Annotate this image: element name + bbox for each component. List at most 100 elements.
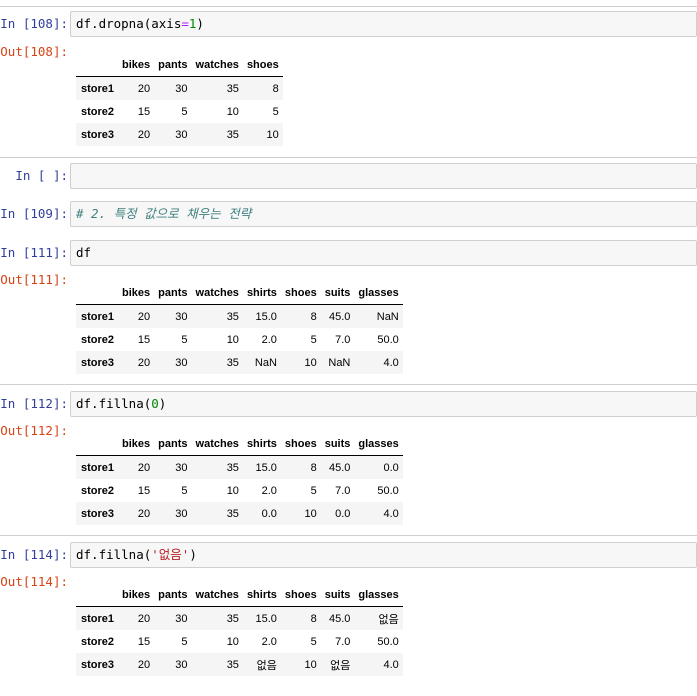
table-row: store1 20 30 35 8 <box>76 76 283 100</box>
code-token: # 2. 특정 값으로 채우는 전략 <box>76 206 252 221</box>
column-header: pants <box>150 54 188 77</box>
table-row: store1 20 30 35 15.0 8 45.0 없음 <box>76 606 403 630</box>
table-cell: 20 <box>137 658 151 671</box>
table-cell: 35 <box>226 82 239 95</box>
table-cell: 없음 <box>378 613 399 626</box>
table-cell: NaN <box>328 356 351 369</box>
code-token: ) <box>189 547 197 562</box>
column-header: watches <box>187 54 239 77</box>
column-header: shoes <box>238 54 283 77</box>
row-index-label: store3 <box>81 128 115 141</box>
table-header-row: bikes pants watches shirts shoes suits glasses <box>76 433 403 456</box>
table-cell: 15 <box>137 333 151 346</box>
table-cell: 8 <box>310 612 317 625</box>
code-input[interactable] <box>70 163 697 189</box>
table-cell: 30 <box>175 128 188 141</box>
code-input[interactable]: df <box>70 240 697 266</box>
table-cell: 15 <box>137 484 151 497</box>
table-cell: 30 <box>175 82 188 95</box>
row-index-label: store1 <box>81 461 115 474</box>
table-cell: 5 <box>181 635 188 648</box>
input-prompt: In [109]: <box>0 206 68 221</box>
table-cell: 4.0 <box>383 658 399 671</box>
table-row: store3 20 30 35 NaN 10 NaN 4.0 <box>76 351 403 374</box>
table-cell: 8 <box>310 461 317 474</box>
column-header: glasses <box>350 584 403 607</box>
table-cell: 10 <box>226 105 239 118</box>
table-cell: 5 <box>181 333 188 346</box>
table-cell: 2.0 <box>261 333 277 346</box>
dataframe-table: bikes pants watches shoes store1 20 30 35 8 store… <box>76 54 283 146</box>
table-cell: 45.0 <box>328 461 351 474</box>
row-index-label: store3 <box>81 658 115 671</box>
table-cell: 35 <box>226 356 239 369</box>
input-prompt: In [108]: <box>0 16 68 31</box>
cell-divider <box>0 157 697 158</box>
code-input[interactable]: df.dropna(axis=1) <box>70 11 697 37</box>
table-cell: 4.0 <box>383 507 399 520</box>
table-row: store2 15 5 10 2.0 5 7.0 50.0 <box>76 328 403 351</box>
table-cell: 20 <box>137 612 151 625</box>
cell-divider <box>0 535 697 536</box>
column-header: bikes <box>114 282 151 305</box>
table-cell: 2.0 <box>261 484 277 497</box>
code-token: ) <box>158 396 167 411</box>
column-header: suits <box>316 584 351 607</box>
table-cell: 30 <box>175 658 188 671</box>
table-cell: 15 <box>137 105 151 118</box>
table-cell: 5 <box>181 105 188 118</box>
row-index-label: store1 <box>81 82 115 95</box>
table-row: store2 15 5 10 2.0 5 7.0 50.0 <box>76 479 403 502</box>
column-header: shirts <box>238 282 277 305</box>
code-input[interactable]: df.fillna('없음') <box>70 542 697 568</box>
column-header: watches <box>187 433 239 456</box>
table-cell: 10 <box>226 484 239 497</box>
table-cell: 7.0 <box>335 333 351 346</box>
row-index-label: store2 <box>81 333 115 346</box>
table-row: store3 20 30 35 0.0 10 0.0 4.0 <box>76 502 403 525</box>
table-cell: 10 <box>304 507 317 520</box>
table-cell: 10 <box>226 635 239 648</box>
row-index-label: store1 <box>81 612 115 625</box>
output-prompt: Out[111]: <box>0 272 68 287</box>
column-header: pants <box>150 584 188 607</box>
cell-divider <box>0 384 697 385</box>
column-header: bikes <box>114 433 151 456</box>
row-index-label: store2 <box>81 635 115 648</box>
row-index-label: store1 <box>81 310 115 323</box>
table-row: store2 15 5 10 2.0 5 7.0 50.0 <box>76 630 403 653</box>
table-header-row: bikes pants watches shirts shoes suits glasses <box>76 584 403 607</box>
code-token: df <box>76 245 92 260</box>
column-header: glasses <box>350 433 403 456</box>
table-cell: 0.0 <box>261 507 277 520</box>
table-cell: 8 <box>310 310 317 323</box>
input-prompt: In [111]: <box>0 245 68 260</box>
table-cell: 5 <box>181 484 188 497</box>
code-text: # 2. 특정 값으로 채우는 전략 <box>76 206 251 221</box>
code-input[interactable]: df.fillna(0) <box>70 391 697 417</box>
code-token: df.fillna( <box>76 396 152 411</box>
table-cell: 20 <box>137 507 151 520</box>
code-token: 0 <box>151 396 159 411</box>
code-input[interactable]: # 2. 특정 값으로 채우는 전략 <box>70 201 697 227</box>
table-cell: 5 <box>310 635 317 648</box>
table-cell: 7.0 <box>335 635 351 648</box>
table-header-row: bikes pants watches shoes <box>76 54 283 77</box>
table-cell: 20 <box>137 310 151 323</box>
column-header: shoes <box>276 433 317 456</box>
table-cell: 2.0 <box>261 635 277 648</box>
output-prompt: Out[112]: <box>0 423 68 438</box>
table-cell: 30 <box>175 310 188 323</box>
table-row: store1 20 30 35 15.0 8 45.0 0.0 <box>76 455 403 479</box>
table-cell: 45.0 <box>328 310 351 323</box>
table-cell: 20 <box>137 356 151 369</box>
table-cell: 10 <box>226 333 239 346</box>
table-cell: 35 <box>226 461 239 474</box>
table-cell: 30 <box>175 507 188 520</box>
column-header: shirts <box>238 584 277 607</box>
column-header: watches <box>187 282 239 305</box>
column-header <box>76 282 115 305</box>
output-prompt: Out[114]: <box>0 574 68 589</box>
code-token: df.dropna(axis <box>76 16 182 31</box>
code-token: '없음' <box>151 547 190 562</box>
